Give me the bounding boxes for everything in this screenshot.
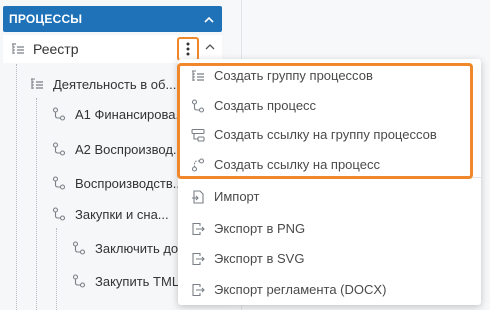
process-icon [52,142,66,156]
menu-item-create-process-link[interactable]: Создать ссылку на процесс [178,150,481,180]
menu-item-import[interactable]: Импорт [178,182,481,212]
import-icon [191,190,205,204]
group-link-icon [191,128,205,142]
export-icon [191,222,205,236]
menu-item-label: Экспорт регламента (DOCX) [214,282,387,297]
tree-item-label: Деятельность в об... [53,76,177,92]
process-icon [52,107,66,121]
tree-guide-line [56,228,57,310]
process-icon [191,99,205,113]
more-vertical-icon[interactable] [177,37,199,61]
menu-item-export-docx[interactable]: Экспорт регламента (DOCX) [178,275,481,305]
processes-section-header[interactable]: ПРОЦЕССЫ [3,6,222,32]
menu-item-label: Создать процесс [214,98,317,113]
processes-section-title: ПРОЦЕССЫ [9,12,83,26]
tree-item-label: Воспроизводств... [75,175,184,191]
menu-item-export-svg[interactable]: Экспорт в SVG [178,244,481,274]
group-list-icon [30,77,44,91]
menu-item-label: Создать группу процессов [214,68,373,83]
menu-item-create-group[interactable]: Создать группу процессов [178,61,481,91]
registry-context-menu: Создать группу процессов Создать процесс С… [178,59,481,305]
menu-item-create-group-link[interactable]: Создать ссылку на группу процессов [178,120,481,150]
tree-item-label: Закупки и сна... [75,206,169,222]
menu-item-label: Создать ссылку на процесс [214,157,380,172]
tree-item-label: Заключить до... [95,240,189,256]
process-icon [72,241,86,255]
process-icon [52,207,66,221]
menu-item-create-process[interactable]: Создать процесс [178,91,481,121]
export-icon [191,283,205,297]
menu-item-label: Создать ссылку на группу процессов [214,127,437,142]
process-link-icon [191,158,205,172]
tree-item-label: А1 Финансирова... [75,106,187,122]
chevron-up-icon[interactable] [204,16,214,23]
menu-separator [178,177,481,178]
tree-guide-line [36,98,37,310]
chevron-up-icon[interactable] [205,43,215,50]
process-icon [72,274,86,288]
process-icon [52,176,66,190]
group-list-icon [11,42,25,56]
tree-item-label: Закупить ТМЦ [95,273,182,289]
registry-label: Реестр [33,41,79,57]
menu-item-export-png[interactable]: Экспорт в PNG [178,214,481,244]
tree-item-label: А2 Воспроизвод... [75,141,184,157]
menu-item-label: Экспорт в PNG [214,221,306,236]
menu-item-label: Импорт [214,189,260,204]
export-icon [191,252,205,266]
group-list-icon [191,69,205,83]
tree-guide-line [16,64,17,310]
menu-item-label: Экспорт в SVG [214,251,305,266]
